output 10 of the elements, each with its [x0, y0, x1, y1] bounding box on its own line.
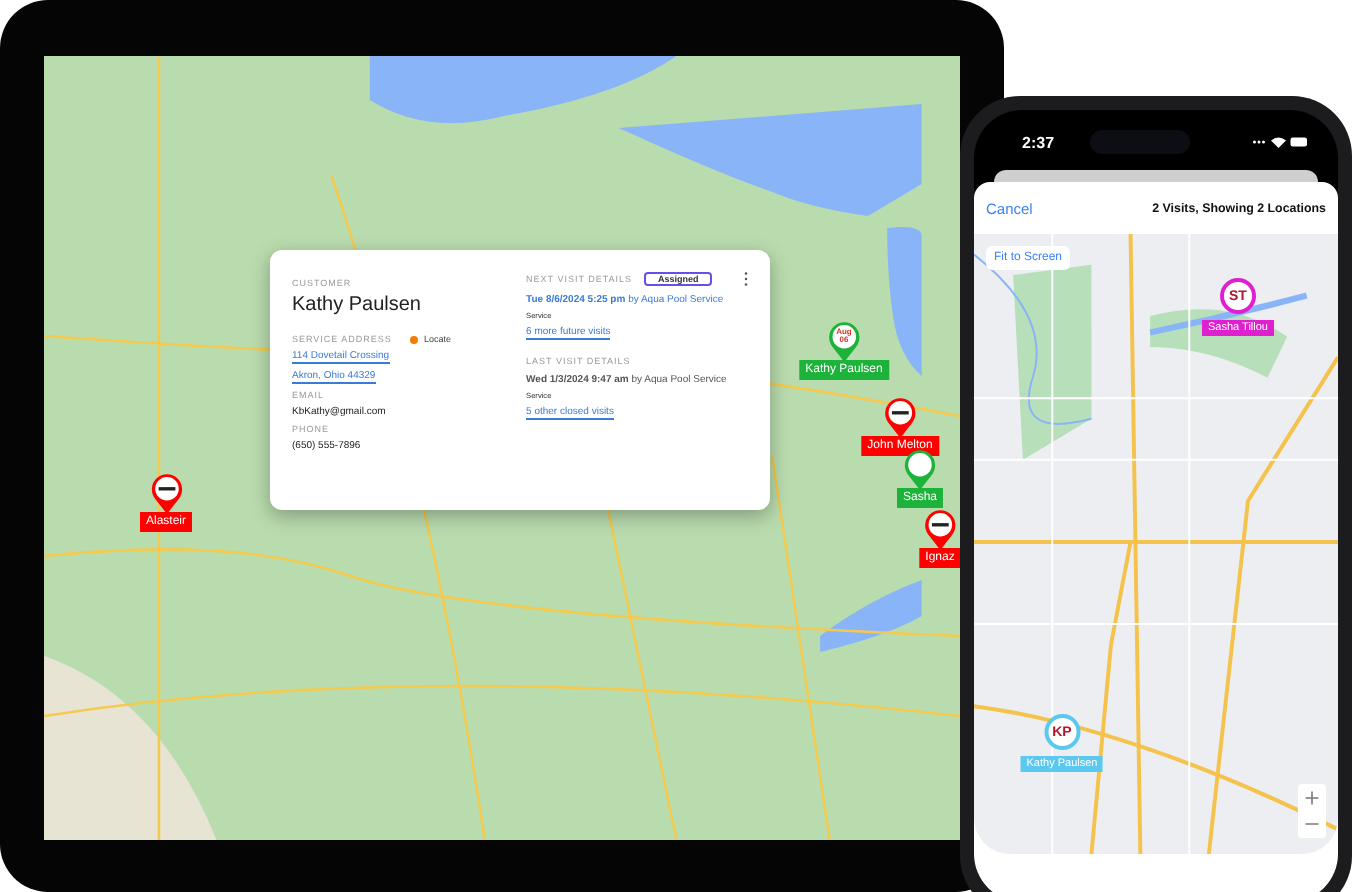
map-pin-icon[interactable]	[923, 508, 957, 550]
customer-name: Kathy Paulsen	[292, 294, 421, 316]
status-icons	[1250, 134, 1310, 150]
zoom-in-icon[interactable]	[1304, 790, 1320, 806]
zoom-control[interactable]	[1298, 784, 1326, 838]
status-time: 2:37	[1022, 133, 1055, 151]
locate-dot-icon	[409, 335, 418, 343]
map-pin-icon[interactable]	[883, 396, 917, 438]
lake-shape	[820, 580, 922, 652]
map-pin-icon[interactable]	[149, 472, 183, 514]
